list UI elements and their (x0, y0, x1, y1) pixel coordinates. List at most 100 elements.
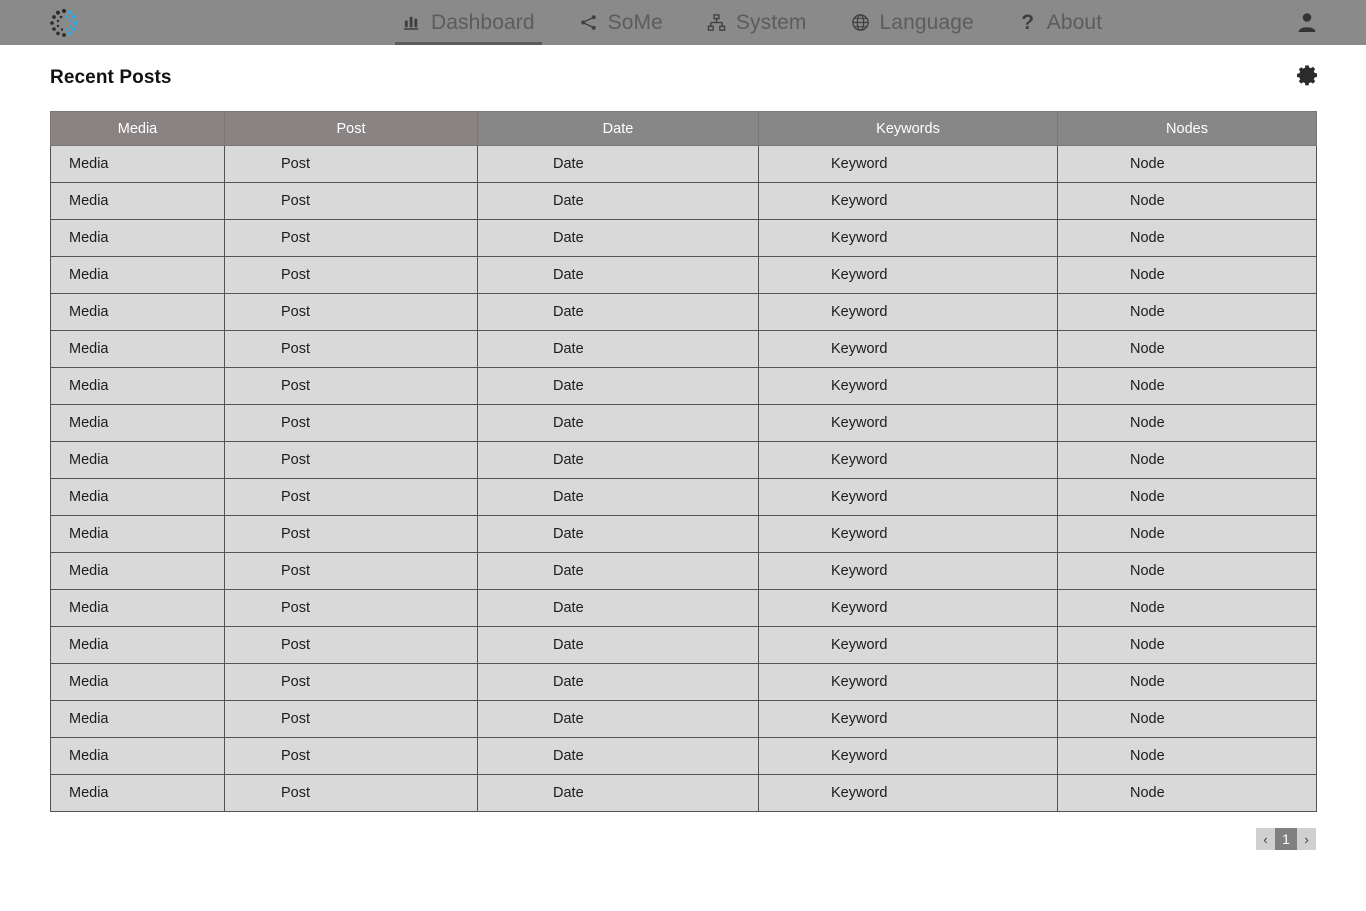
cell-post: Post (224, 700, 478, 738)
table-row[interactable]: Media Post Date Keyword Node (50, 330, 1317, 368)
cell-post: Post (224, 552, 478, 590)
cell-keywords: Keyword (758, 737, 1058, 775)
column-header-nodes[interactable]: Nodes (1057, 111, 1317, 146)
table-row[interactable]: Media Post Date Keyword Node (50, 293, 1317, 331)
cell-media: Media (50, 293, 225, 331)
table-row[interactable]: Media Post Date Keyword Node (50, 256, 1317, 294)
table-row[interactable]: Media Post Date Keyword Node (50, 626, 1317, 664)
table-row[interactable]: Media Post Date Keyword Node (50, 219, 1317, 257)
table-row[interactable]: Media Post Date Keyword Node (50, 182, 1317, 220)
cell-nodes: Node (1057, 737, 1317, 775)
cell-nodes: Node (1057, 145, 1317, 183)
cell-nodes: Node (1057, 589, 1317, 627)
table-row[interactable]: Media Post Date Keyword Node (50, 367, 1317, 405)
cell-date: Date (477, 589, 759, 627)
nav-item-label: Language (879, 10, 974, 34)
table-row[interactable]: Media Post Date Keyword Node (50, 663, 1317, 701)
cell-nodes: Node (1057, 552, 1317, 590)
column-header-post[interactable]: Post (224, 111, 478, 146)
cell-media: Media (50, 256, 225, 294)
cell-keywords: Keyword (758, 552, 1058, 590)
table-row[interactable]: Media Post Date Keyword Node (50, 441, 1317, 479)
column-header-media[interactable]: Media (50, 111, 225, 146)
pagination-page-1[interactable]: 1 (1275, 828, 1297, 850)
cell-date: Date (477, 256, 759, 294)
cell-media: Media (50, 330, 225, 368)
table-row[interactable]: Media Post Date Keyword Node (50, 700, 1317, 738)
page-header: Recent Posts (0, 45, 1366, 111)
recent-posts-table: Media Post Date Keywords Nodes Media Post… (50, 111, 1317, 812)
cell-media: Media (50, 404, 225, 442)
cell-keywords: Keyword (758, 515, 1058, 553)
gear-icon[interactable] (1296, 63, 1320, 87)
cell-date: Date (477, 737, 759, 775)
cell-media: Media (50, 774, 225, 812)
table-header: Media Post Date Keywords Nodes (50, 111, 1317, 146)
cell-nodes: Node (1057, 663, 1317, 701)
table-row[interactable]: Media Post Date Keyword Node (50, 404, 1317, 442)
cell-date: Date (477, 663, 759, 701)
cell-nodes: Node (1057, 404, 1317, 442)
column-header-date[interactable]: Date (477, 111, 759, 146)
nav-item-label: About (1046, 10, 1103, 34)
cell-post: Post (224, 589, 478, 627)
cell-post: Post (224, 737, 478, 775)
cell-keywords: Keyword (758, 293, 1058, 331)
cell-keywords: Keyword (758, 219, 1058, 257)
sitemap-icon (707, 13, 727, 33)
column-header-keywords[interactable]: Keywords (758, 111, 1058, 146)
cell-nodes: Node (1057, 515, 1317, 553)
table-row[interactable]: Media Post Date Keyword Node (50, 552, 1317, 590)
table-row[interactable]: Media Post Date Keyword Node (50, 515, 1317, 553)
cell-media: Media (50, 589, 225, 627)
cell-media: Media (50, 552, 225, 590)
table-row[interactable]: Media Post Date Keyword Node (50, 478, 1317, 516)
cell-post: Post (224, 145, 478, 183)
cell-post: Post (224, 515, 478, 553)
cell-media: Media (50, 478, 225, 516)
cell-nodes: Node (1057, 293, 1317, 331)
nav-item-some[interactable]: SoMe (557, 0, 685, 45)
cell-keywords: Keyword (758, 182, 1058, 220)
cell-nodes: Node (1057, 478, 1317, 516)
cell-media: Media (50, 367, 225, 405)
cell-post: Post (224, 256, 478, 294)
cell-keywords: Keyword (758, 478, 1058, 516)
cell-post: Post (224, 219, 478, 257)
nav-item-about[interactable]: ? About (996, 0, 1124, 45)
spinner-dots-logo[interactable] (48, 7, 80, 39)
cell-date: Date (477, 404, 759, 442)
table-row[interactable]: Media Post Date Keyword Node (50, 774, 1317, 812)
pagination-next-button[interactable]: › (1297, 828, 1316, 850)
cell-date: Date (477, 219, 759, 257)
cell-keywords: Keyword (758, 589, 1058, 627)
cell-date: Date (477, 774, 759, 812)
user-account-icon[interactable] (1296, 11, 1318, 33)
cell-keywords: Keyword (758, 256, 1058, 294)
cell-media: Media (50, 663, 225, 701)
cell-nodes: Node (1057, 700, 1317, 738)
cell-nodes: Node (1057, 330, 1317, 368)
cell-post: Post (224, 367, 478, 405)
cell-keywords: Keyword (758, 626, 1058, 664)
cell-date: Date (477, 293, 759, 331)
table-row[interactable]: Media Post Date Keyword Node (50, 589, 1317, 627)
table-row[interactable]: Media Post Date Keyword Node (50, 145, 1317, 183)
nav-item-system[interactable]: System (685, 0, 829, 45)
table-row[interactable]: Media Post Date Keyword Node (50, 737, 1317, 775)
nav-item-dashboard[interactable]: Dashboard (380, 0, 557, 45)
cell-post: Post (224, 404, 478, 442)
cell-date: Date (477, 441, 759, 479)
cell-keywords: Keyword (758, 145, 1058, 183)
cell-date: Date (477, 515, 759, 553)
cell-nodes: Node (1057, 182, 1317, 220)
cell-date: Date (477, 182, 759, 220)
bar-chart-icon (402, 13, 422, 33)
cell-post: Post (224, 774, 478, 812)
pagination-prev-button[interactable]: ‹ (1256, 828, 1275, 850)
nav-item-language[interactable]: Language (829, 0, 996, 45)
cell-date: Date (477, 145, 759, 183)
cell-keywords: Keyword (758, 700, 1058, 738)
cell-nodes: Node (1057, 367, 1317, 405)
cell-media: Media (50, 700, 225, 738)
